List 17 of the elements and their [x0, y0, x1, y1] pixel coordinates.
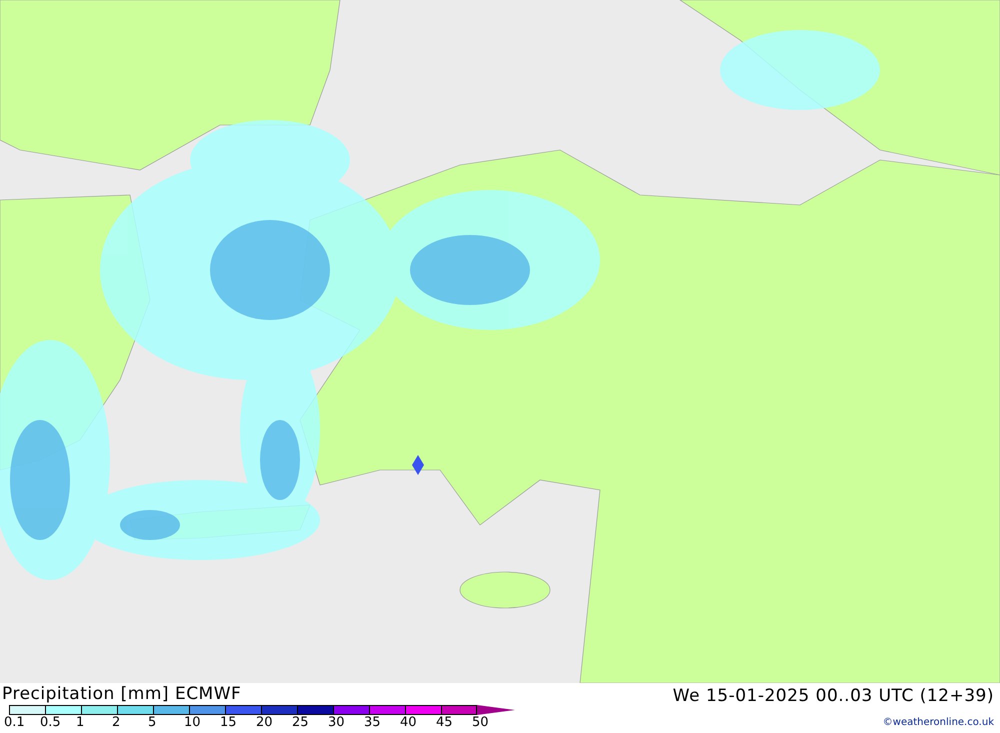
legend-label: 15 — [220, 715, 238, 730]
legend-label: 20 — [256, 715, 274, 730]
legend-label: 0.1 — [4, 715, 26, 730]
legend-label: 1 — [76, 715, 86, 730]
legend-label: 0.5 — [40, 715, 62, 730]
legend-label: 35 — [364, 715, 382, 730]
legend-label: 25 — [292, 715, 310, 730]
map-title: Precipitation [mm] ECMWF — [2, 683, 242, 705]
legend-label: 40 — [400, 715, 418, 730]
legend-label: 45 — [436, 715, 454, 730]
legend-label: 50 — [472, 715, 490, 730]
credit-link[interactable]: ©weatheronline.co.uk — [882, 717, 994, 728]
legend-label: 10 — [184, 715, 202, 730]
valid-time: We 15-01-2025 00..03 UTC (12+39) — [672, 685, 994, 708]
legend-label: 5 — [148, 715, 158, 730]
legend-label: 30 — [328, 715, 346, 730]
legend-label: 2 — [112, 715, 122, 730]
